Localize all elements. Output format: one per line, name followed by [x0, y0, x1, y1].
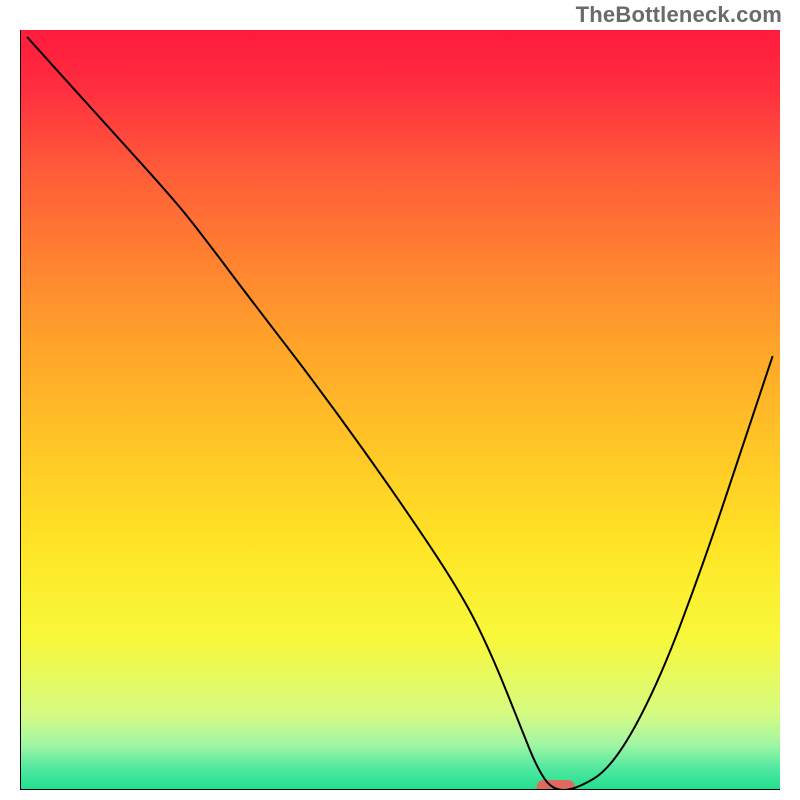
- chart-svg: [20, 30, 780, 790]
- watermark: TheBottleneck.com: [576, 2, 782, 28]
- bottleneck-chart: [20, 30, 780, 790]
- chart-background: [20, 30, 780, 790]
